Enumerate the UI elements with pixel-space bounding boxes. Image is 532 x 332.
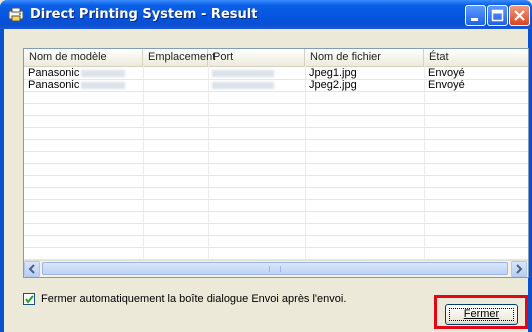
redacted-port xyxy=(212,81,274,89)
chevron-left-icon xyxy=(28,264,35,274)
close-window-button[interactable] xyxy=(509,5,530,26)
auto-close-label[interactable]: Fermer automatiquement la boîte dialogue… xyxy=(41,293,346,306)
column-header-filename[interactable]: Nom de fichier xyxy=(305,49,424,66)
port-cell xyxy=(208,67,305,79)
model-name: Panasonic xyxy=(28,79,80,91)
title-bar[interactable]: Direct Printing System - Result xyxy=(0,0,532,29)
checkmark-icon xyxy=(25,295,34,304)
window-title: Direct Printing System - Result xyxy=(30,7,258,22)
redacted-model-number xyxy=(81,69,126,77)
close-icon xyxy=(514,10,525,21)
location-cell xyxy=(143,79,208,91)
column-header-status[interactable]: État xyxy=(424,49,528,66)
redacted-port xyxy=(212,69,274,77)
horizontal-scrollbar[interactable] xyxy=(24,260,528,277)
maximize-icon xyxy=(491,9,504,22)
scroll-grip xyxy=(269,266,281,272)
scroll-left-button[interactable] xyxy=(24,261,40,277)
empty-row xyxy=(24,247,528,260)
window-frame-left xyxy=(0,29,4,332)
maximize-button[interactable] xyxy=(487,5,508,26)
column-header-location[interactable]: Emplacement xyxy=(143,49,215,66)
close-button-label: Fermer xyxy=(463,308,500,320)
model-name: Panasonic xyxy=(28,67,80,79)
minimize-button[interactable] xyxy=(465,5,486,26)
filename-cell: Jpeg2.jpg xyxy=(309,79,357,91)
auto-close-checkbox[interactable] xyxy=(23,293,35,305)
scroll-thumb[interactable] xyxy=(42,262,508,275)
scroll-right-button[interactable] xyxy=(511,261,527,277)
close-button[interactable]: Fermer xyxy=(445,304,518,325)
column-header-port[interactable]: Port xyxy=(208,49,305,66)
status-cell: Envoyé xyxy=(428,79,465,91)
filename-cell: Jpeg1.jpg xyxy=(309,67,357,79)
status-cell: Envoyé xyxy=(428,67,465,79)
minimize-icon xyxy=(471,18,478,21)
port-cell xyxy=(208,79,305,91)
location-cell xyxy=(143,67,208,79)
redacted-model-number xyxy=(81,81,126,89)
column-header-model[interactable]: Nom de modèle xyxy=(24,49,143,66)
chevron-right-icon xyxy=(516,264,523,274)
result-window: Direct Printing System - Result Nom de m… xyxy=(0,0,532,332)
result-list[interactable]: Nom de modèle Emplacement Port Nom de fi… xyxy=(23,48,529,278)
model-cell: Panasonic xyxy=(24,67,143,79)
app-icon xyxy=(8,7,24,22)
model-cell: Panasonic xyxy=(24,79,143,91)
list-header: Nom de modèle Emplacement Port Nom de fi… xyxy=(24,49,528,67)
